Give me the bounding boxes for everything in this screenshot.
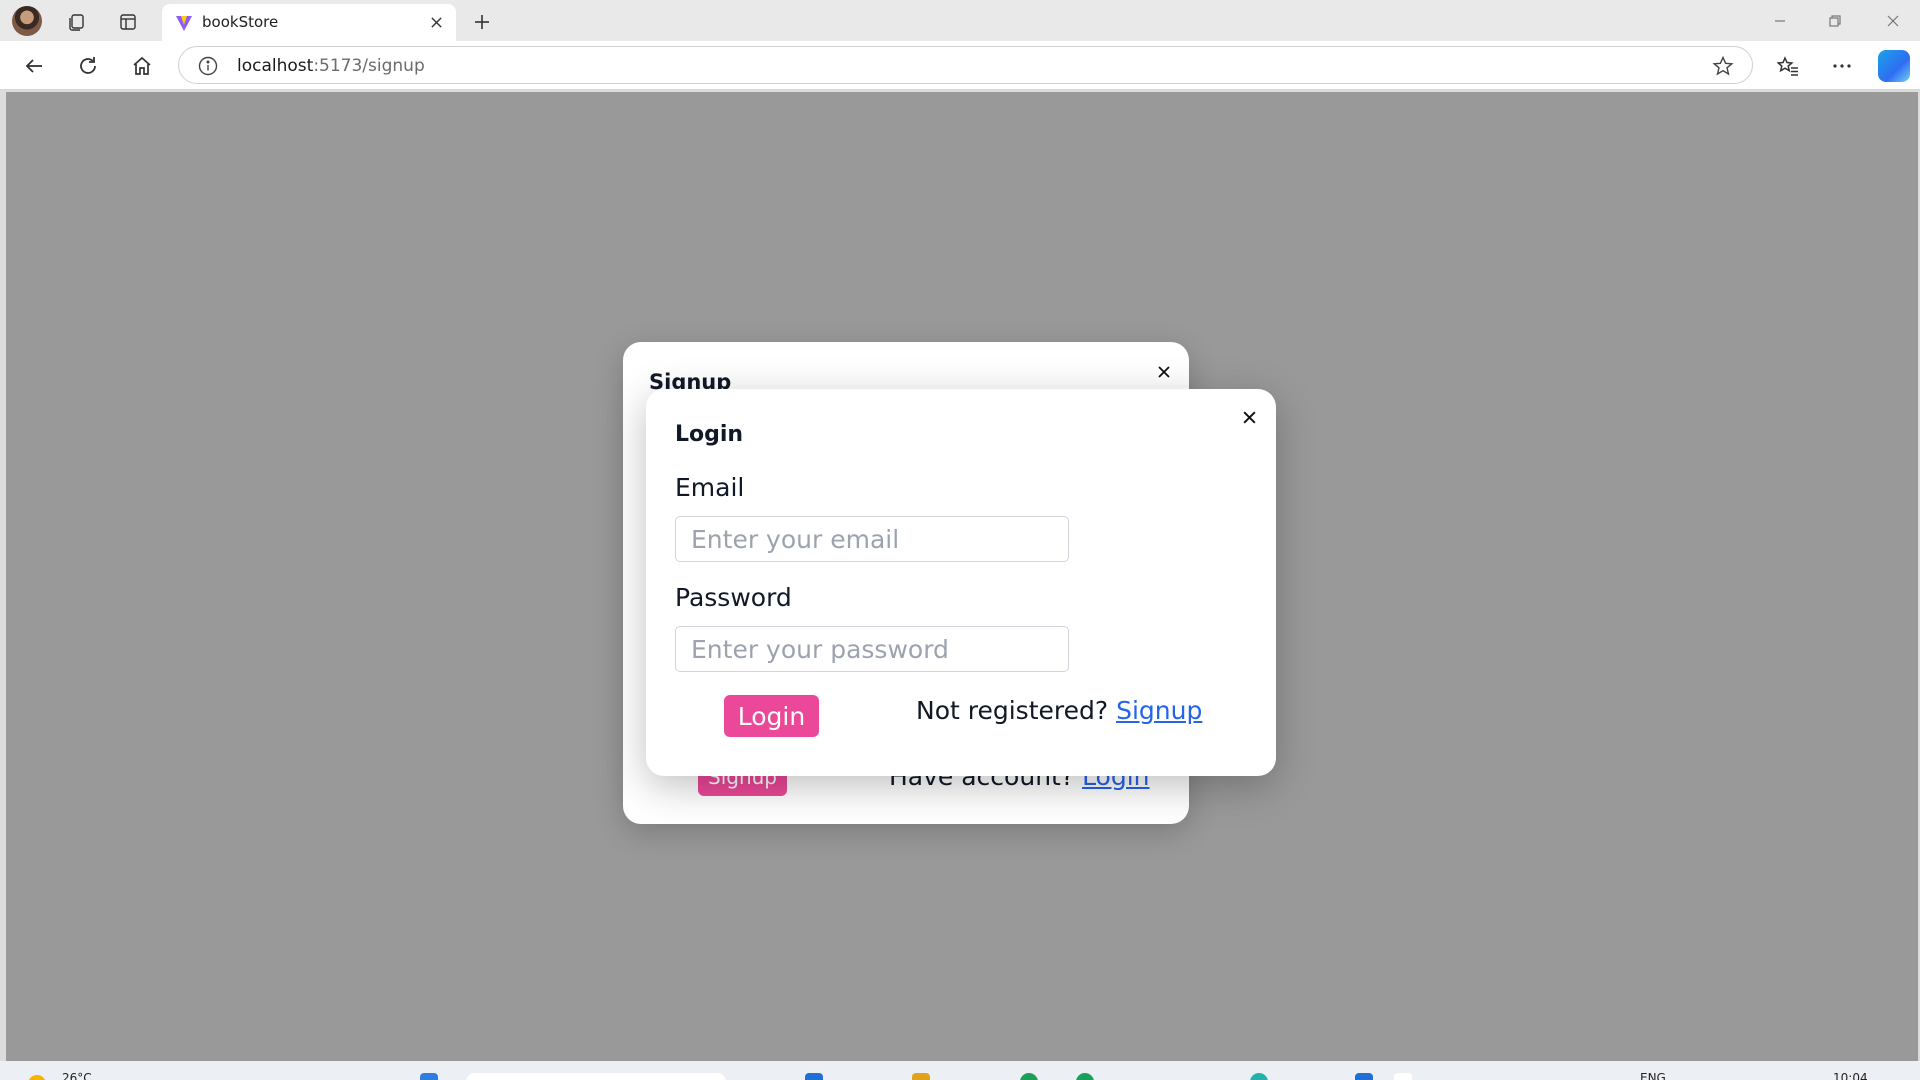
new-tab-icon[interactable]: [468, 8, 496, 36]
weather-temp: 26°C: [62, 1071, 92, 1080]
more-options-icon[interactable]: [1825, 50, 1859, 82]
home-icon[interactable]: [125, 50, 159, 82]
search-box[interactable]: [466, 1073, 726, 1080]
weather-icon[interactable]: [28, 1075, 46, 1080]
start-icon[interactable]: [420, 1073, 438, 1080]
taskbar-app-icon[interactable]: [1394, 1073, 1412, 1080]
back-icon[interactable]: [17, 50, 51, 82]
tab-title: bookStore: [202, 13, 279, 31]
login-modal-title: Login: [675, 422, 744, 447]
collections-icon[interactable]: [62, 8, 90, 36]
taskbar-app-icon[interactable]: [1355, 1073, 1373, 1080]
page-viewport: Signup Signup Have account? Login Login …: [6, 92, 1918, 1061]
favorite-star-icon[interactable]: [1712, 55, 1734, 77]
login-footer-text: Not registered?: [916, 696, 1109, 725]
refresh-icon[interactable]: [71, 50, 105, 82]
email-label: Email: [675, 473, 745, 502]
taskbar-app-icon[interactable]: [1250, 1073, 1268, 1080]
profile-avatar-icon[interactable]: [12, 6, 42, 36]
email-input[interactable]: [675, 516, 1069, 562]
close-window-icon[interactable]: [1870, 6, 1916, 36]
signup-modal-close-icon[interactable]: [1153, 361, 1175, 383]
login-modal: Login Email Password Login Not registere…: [646, 389, 1276, 776]
browser-tab[interactable]: bookStore: [162, 4, 456, 41]
goto-signup-link[interactable]: Signup: [1116, 696, 1202, 725]
url-text[interactable]: localhost:5173/signup: [237, 56, 425, 76]
password-label: Password: [675, 583, 792, 612]
address-bar[interactable]: localhost:5173/signup: [178, 46, 1753, 84]
taskbar-app-icon[interactable]: [1020, 1073, 1038, 1080]
login-modal-close-icon[interactable]: [1238, 406, 1260, 428]
taskbar-app-icon[interactable]: [805, 1073, 823, 1080]
login-button[interactable]: Login: [724, 695, 819, 737]
password-input[interactable]: [675, 626, 1069, 672]
login-modal-footer: Not registered? Signup: [916, 696, 1202, 725]
minimize-icon[interactable]: [1757, 6, 1803, 36]
clock-time[interactable]: 10:04: [1833, 1071, 1868, 1080]
tab-close-icon[interactable]: [426, 12, 446, 32]
language-indicator[interactable]: ENG: [1640, 1071, 1666, 1080]
file-explorer-icon[interactable]: [912, 1073, 930, 1080]
tab-actions-icon[interactable]: [114, 8, 142, 36]
browser-toolbar: localhost:5173/signup: [0, 41, 1920, 90]
windows-taskbar: 26°C ENG 10:04: [0, 1061, 1920, 1080]
signup-close-icon[interactable]: [531, 264, 553, 286]
vite-logo-icon: [174, 13, 194, 33]
copilot-icon[interactable]: [1878, 50, 1910, 82]
favorites-icon[interactable]: [1771, 50, 1805, 82]
restore-icon[interactable]: [1812, 6, 1858, 36]
taskbar-app-icon[interactable]: [1076, 1073, 1094, 1080]
browser-tab-bar: bookStore: [0, 0, 1920, 41]
site-info-icon[interactable]: [197, 55, 219, 77]
